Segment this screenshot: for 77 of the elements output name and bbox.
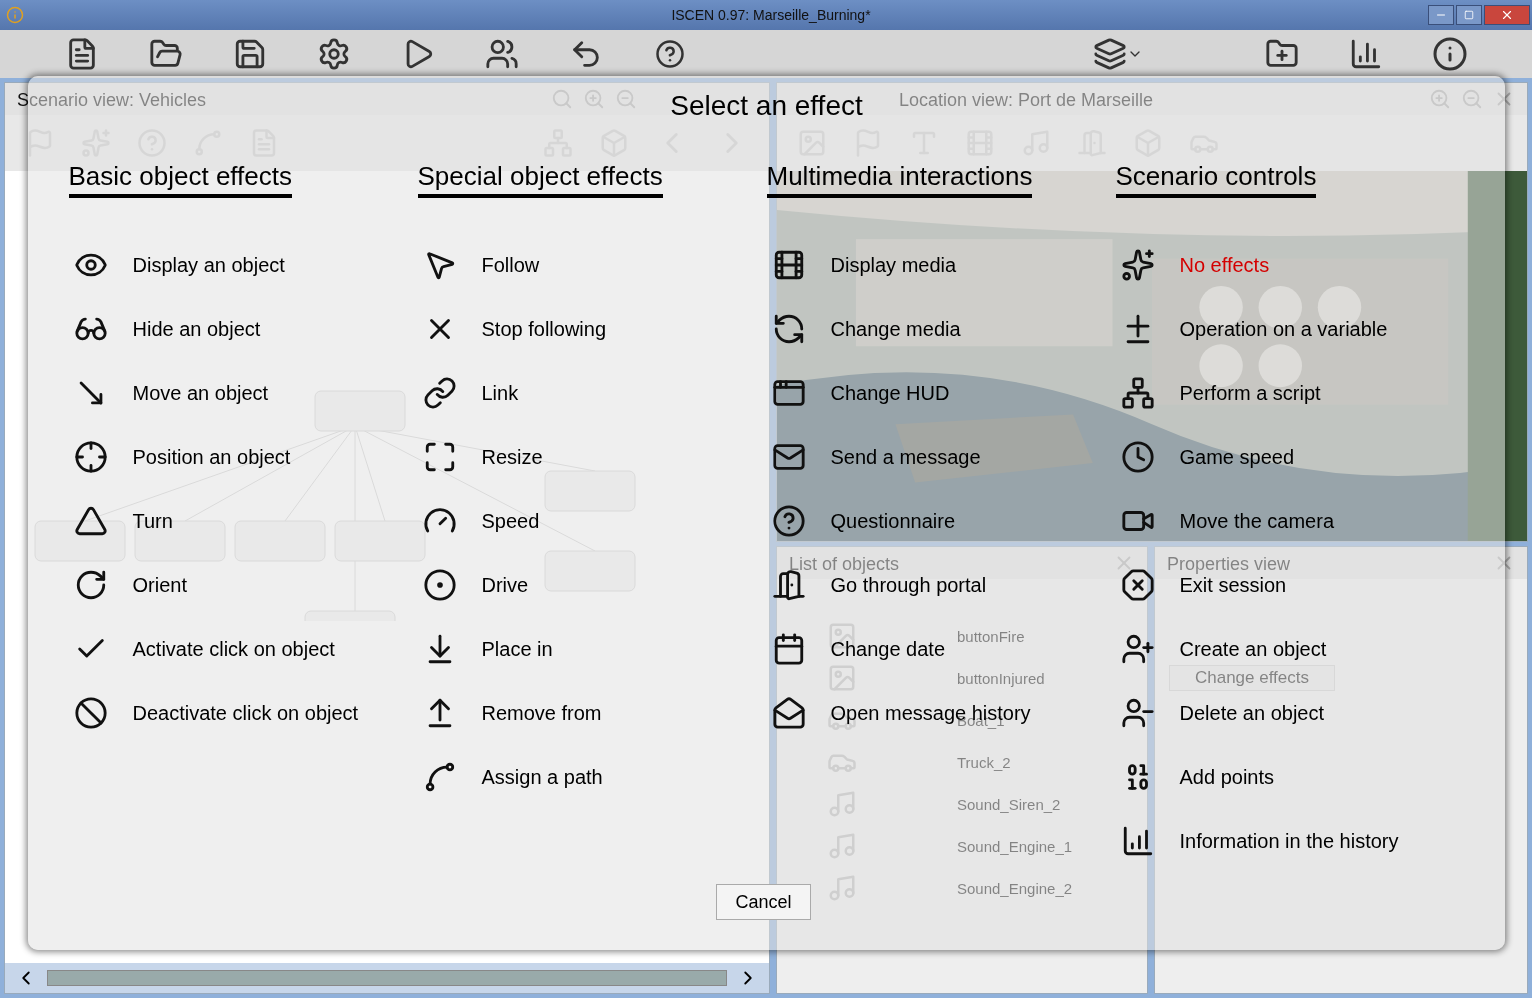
app-icon <box>6 6 24 24</box>
column-heading: Multimedia interactions <box>766 158 1033 198</box>
ban-icon <box>73 696 108 730</box>
effect-option[interactable]: Resize <box>417 439 543 475</box>
effect-option[interactable]: Link <box>417 375 519 411</box>
effect-option[interactable]: Create an object <box>1115 631 1327 667</box>
effect-option[interactable]: Operation on a variable <box>1115 311 1388 347</box>
music-note-icon <box>827 873 857 903</box>
triangle-icon <box>73 504 108 538</box>
network-icon <box>1120 376 1155 410</box>
effect-option[interactable]: Place in <box>417 631 553 667</box>
effect-option[interactable]: Change HUD <box>766 375 950 411</box>
open-envelope-icon <box>771 696 806 730</box>
wheel-icon <box>422 568 457 602</box>
dialog-title: Select an effect <box>670 90 863 122</box>
zoom-out-icon <box>615 88 637 110</box>
zoom-reset-icon <box>551 88 573 110</box>
panel-title: Properties view <box>1167 553 1291 575</box>
question-icon <box>771 504 806 538</box>
effect-option[interactable]: Activate click on object <box>68 631 335 667</box>
effect-option[interactable]: Display an object <box>68 247 285 283</box>
effect-option[interactable]: Follow <box>417 247 540 283</box>
effect-option[interactable]: Position an object <box>68 439 291 475</box>
close-button[interactable] <box>1484 5 1530 25</box>
effect-option[interactable]: Send a message <box>766 439 981 475</box>
effect-option[interactable]: Assign a path <box>417 759 603 795</box>
panel-title: Location view: Port de Marseille <box>899 89 1154 111</box>
sparkles-icon <box>1120 248 1155 282</box>
effect-option[interactable]: Move an object <box>68 375 269 411</box>
effect-option[interactable]: Information in the history <box>1115 823 1399 859</box>
effect-option[interactable]: Remove from <box>417 695 602 731</box>
settings-icon <box>317 37 351 71</box>
effect-option[interactable]: Game speed <box>1115 439 1294 475</box>
person-minus-icon <box>1120 696 1155 730</box>
crosshair-icon <box>73 440 108 474</box>
column-heading: Scenario controls <box>1115 158 1317 198</box>
close-icon <box>1500 8 1514 22</box>
help-icon <box>655 39 685 69</box>
music-note-icon <box>827 831 857 861</box>
effect-option[interactable]: Stop following <box>417 311 607 347</box>
effect-option[interactable]: Delete an object <box>1115 695 1325 731</box>
effect-option[interactable]: Display media <box>766 247 957 283</box>
effect-option[interactable]: Change date <box>766 631 946 667</box>
link-icon <box>422 376 457 410</box>
music-note-icon <box>827 789 857 819</box>
scrollbar[interactable] <box>47 970 727 986</box>
users-icon <box>485 37 519 71</box>
effect-option[interactable]: Perform a script <box>1115 375 1321 411</box>
effect-option[interactable]: Deactivate click on object <box>68 695 359 731</box>
info-icon <box>1432 36 1468 72</box>
column-heading: Basic object effects <box>68 158 293 198</box>
layers-icon <box>1093 37 1127 71</box>
effect-option[interactable]: Change media <box>766 311 961 347</box>
effect-option[interactable]: Orient <box>68 567 187 603</box>
door-icon <box>771 568 806 602</box>
effect-option[interactable]: Drive <box>417 567 529 603</box>
cancel-button[interactable]: Cancel <box>716 884 811 920</box>
maximize-button[interactable] <box>1456 5 1482 25</box>
panel-title: List of objects <box>789 553 900 575</box>
effect-option[interactable]: Move the camera <box>1115 503 1334 539</box>
stop-sign-icon <box>1120 568 1155 602</box>
chart-icon <box>1349 37 1383 71</box>
effect-option[interactable]: Speed <box>417 503 540 539</box>
maximize-icon <box>1464 10 1474 20</box>
effect-option[interactable]: Turn <box>68 503 173 539</box>
zoom-out-icon <box>1461 88 1483 110</box>
minimize-button[interactable] <box>1428 5 1454 25</box>
zoom-in-icon <box>1429 88 1451 110</box>
image-icon <box>827 663 857 693</box>
effect-option[interactable]: Hide an object <box>68 311 261 347</box>
effect-option[interactable]: Questionnaire <box>766 503 956 539</box>
zoom-in-icon <box>583 88 605 110</box>
person-plus-icon <box>1120 632 1155 666</box>
clock-icon <box>1120 440 1155 474</box>
column-heading: Special object effects <box>417 158 663 198</box>
effect-option[interactable]: Add points <box>1115 759 1274 795</box>
window-title: ISCEN 0.97: Marseille_Burning* <box>670 7 872 23</box>
